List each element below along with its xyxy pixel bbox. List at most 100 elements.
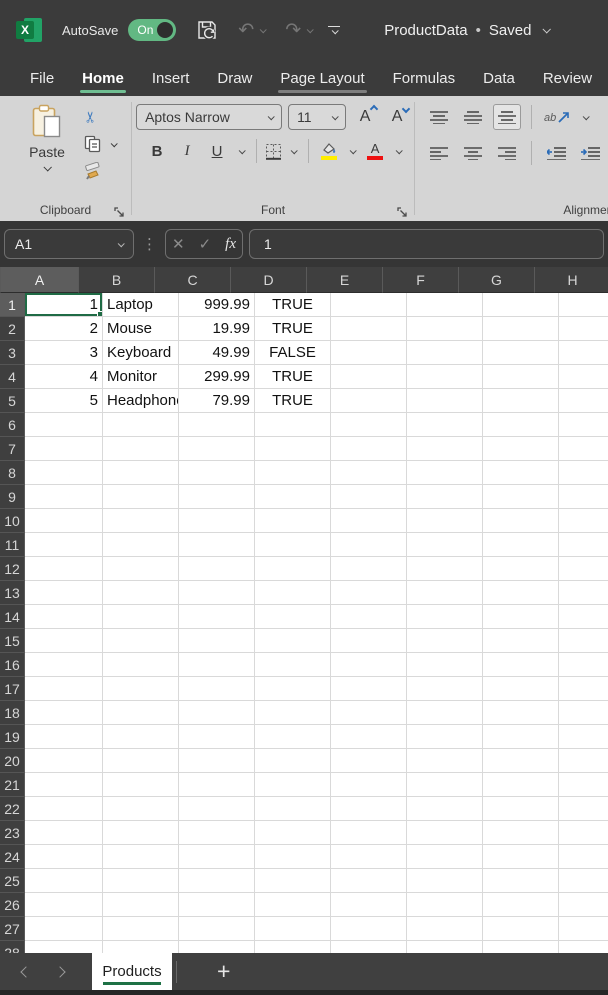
cell-G4[interactable] — [483, 365, 559, 389]
cell-B2[interactable]: Mouse — [103, 317, 179, 341]
increase-font-size-button[interactable]: A — [352, 104, 379, 129]
cell-D16[interactable] — [255, 653, 331, 677]
cell-A3[interactable]: 3 — [25, 341, 103, 365]
cell-E3[interactable] — [331, 341, 407, 365]
cell-B24[interactable] — [103, 845, 179, 869]
cell-H1[interactable] — [559, 293, 608, 317]
cell-B14[interactable] — [103, 605, 179, 629]
row-header-23[interactable]: 23 — [0, 821, 25, 845]
cell-H23[interactable] — [559, 821, 608, 845]
paste-chevron-icon[interactable] — [43, 163, 52, 172]
cell-H10[interactable] — [559, 509, 608, 533]
cell-F20[interactable] — [407, 749, 483, 773]
cell-H18[interactable] — [559, 701, 608, 725]
cell-D27[interactable] — [255, 917, 331, 941]
cell-B26[interactable] — [103, 893, 179, 917]
cell-H15[interactable] — [559, 629, 608, 653]
cell-F26[interactable] — [407, 893, 483, 917]
undo-button[interactable]: ↶ — [238, 21, 268, 40]
cell-F10[interactable] — [407, 509, 483, 533]
cell-C11[interactable] — [179, 533, 255, 557]
cell-G21[interactable] — [483, 773, 559, 797]
title-chevron-icon[interactable] — [542, 25, 552, 34]
row-header-17[interactable]: 17 — [0, 677, 25, 701]
cell-C28[interactable] — [179, 941, 255, 953]
cell-H2[interactable] — [559, 317, 608, 341]
cell-C14[interactable] — [179, 605, 255, 629]
cell-E20[interactable] — [331, 749, 407, 773]
cell-H9[interactable] — [559, 485, 608, 509]
cell-D15[interactable] — [255, 629, 331, 653]
cell-D18[interactable] — [255, 701, 331, 725]
cell-B20[interactable] — [103, 749, 179, 773]
cell-G24[interactable] — [483, 845, 559, 869]
cell-A21[interactable] — [25, 773, 103, 797]
cell-C5[interactable]: 79.99 — [179, 389, 255, 413]
cell-G11[interactable] — [483, 533, 559, 557]
cell-D14[interactable] — [255, 605, 331, 629]
cell-G14[interactable] — [483, 605, 559, 629]
cell-D3[interactable]: FALSE — [255, 341, 331, 365]
cell-B11[interactable] — [103, 533, 179, 557]
cell-F17[interactable] — [407, 677, 483, 701]
cell-F18[interactable] — [407, 701, 483, 725]
cell-F16[interactable] — [407, 653, 483, 677]
cell-H3[interactable] — [559, 341, 608, 365]
cell-C13[interactable] — [179, 581, 255, 605]
cell-D26[interactable] — [255, 893, 331, 917]
cell-E21[interactable] — [331, 773, 407, 797]
row-header-24[interactable]: 24 — [0, 845, 25, 869]
cell-A15[interactable] — [25, 629, 103, 653]
cell-A1[interactable]: 1 — [25, 293, 103, 317]
increase-indent-icon[interactable] — [576, 140, 604, 166]
enter-icon[interactable]: ✓ — [199, 235, 212, 253]
cell-F14[interactable] — [407, 605, 483, 629]
cell-F7[interactable] — [407, 437, 483, 461]
cell-F27[interactable] — [407, 917, 483, 941]
cell-B19[interactable] — [103, 725, 179, 749]
font-size-combobox[interactable]: 11 — [288, 104, 347, 130]
cell-D19[interactable] — [255, 725, 331, 749]
cell-C24[interactable] — [179, 845, 255, 869]
cell-C9[interactable] — [179, 485, 255, 509]
cell-A18[interactable] — [25, 701, 103, 725]
cell-D2[interactable]: TRUE — [255, 317, 331, 341]
cell-B13[interactable] — [103, 581, 179, 605]
clipboard-dialog-launcher-icon[interactable] — [114, 207, 125, 218]
cell-A13[interactable] — [25, 581, 103, 605]
redo-chevron-icon[interactable] — [306, 25, 314, 33]
decrease-indent-icon[interactable] — [542, 140, 570, 166]
cell-F23[interactable] — [407, 821, 483, 845]
prev-sheet-icon[interactable] — [20, 965, 32, 978]
cell-G1[interactable] — [483, 293, 559, 317]
cell-F13[interactable] — [407, 581, 483, 605]
cell-H26[interactable] — [559, 893, 608, 917]
cell-G16[interactable] — [483, 653, 559, 677]
ribbon-display-options-icon[interactable] — [328, 26, 341, 35]
borders-chevron-icon[interactable] — [286, 146, 300, 154]
cell-H4[interactable] — [559, 365, 608, 389]
cell-B6[interactable] — [103, 413, 179, 437]
align-left-icon[interactable] — [425, 140, 453, 166]
cell-A8[interactable] — [25, 461, 103, 485]
cell-A2[interactable]: 2 — [25, 317, 103, 341]
bold-button[interactable]: B — [144, 139, 170, 163]
cell-E24[interactable] — [331, 845, 407, 869]
cell-C22[interactable] — [179, 797, 255, 821]
cell-D23[interactable] — [255, 821, 331, 845]
redo-button[interactable]: ↷ — [285, 21, 314, 40]
cell-E7[interactable] — [331, 437, 407, 461]
name-box[interactable]: A1 — [4, 229, 134, 259]
cell-A12[interactable] — [25, 557, 103, 581]
copy-chevron-icon[interactable] — [110, 139, 118, 147]
cell-H8[interactable] — [559, 461, 608, 485]
cell-A11[interactable] — [25, 533, 103, 557]
fill-color-icon[interactable] — [317, 139, 341, 163]
cell-G22[interactable] — [483, 797, 559, 821]
cell-A23[interactable] — [25, 821, 103, 845]
cell-B12[interactable] — [103, 557, 179, 581]
column-header-C[interactable]: C — [155, 267, 231, 293]
row-header-27[interactable]: 27 — [0, 917, 25, 941]
font-color-chevron-icon[interactable] — [391, 146, 405, 154]
cell-A7[interactable] — [25, 437, 103, 461]
